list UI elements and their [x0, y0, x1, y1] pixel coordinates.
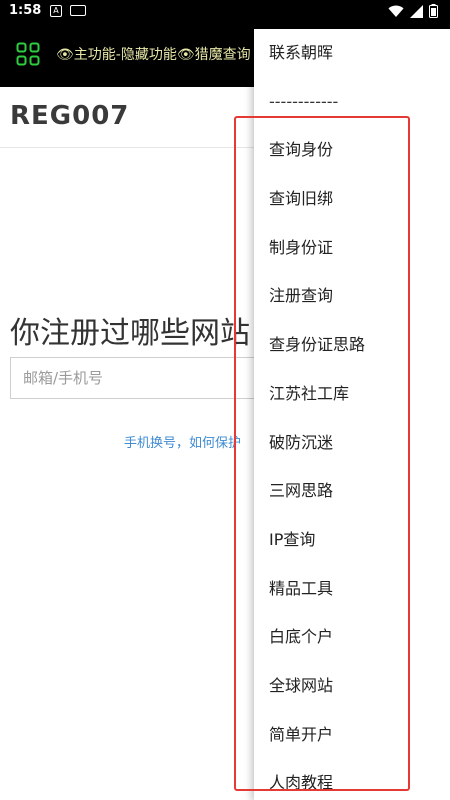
dropdown-menu: 联系朝晖 ------------ 查询身份 查询旧绑 制身份证 注册查询 查身…	[254, 29, 450, 800]
menu-item-ip-query[interactable]: IP查询	[254, 516, 450, 565]
menu-item-identity-query[interactable]: 查询身份	[254, 126, 450, 175]
menu-item-jiangsu-database[interactable]: 江苏社工库	[254, 370, 450, 419]
status-right-icons	[388, 4, 438, 18]
menu-item-contact[interactable]: 联系朝晖	[254, 29, 450, 78]
a-icon: A	[50, 5, 62, 17]
status-left-icons: A	[50, 5, 86, 17]
toolbar-title: 👁主功能-隐藏功能👁猎魔查询	[56, 47, 251, 63]
wifi-icon	[388, 5, 404, 17]
page-heading: 你注册过哪些网站	[10, 316, 250, 351]
menu-item-registration-query[interactable]: 注册查询	[254, 272, 450, 321]
menu-item-white-account[interactable]: 白底个户	[254, 613, 450, 662]
battery-icon	[429, 4, 438, 18]
menu-item-global-sites[interactable]: 全球网站	[254, 662, 450, 711]
menu-item-id-lookup-ideas[interactable]: 查身份证思路	[254, 321, 450, 370]
status-time: 1:58	[9, 3, 42, 18]
menu-separator: ------------	[269, 91, 339, 111]
menu-item-three-network-ideas[interactable]: 三网思路	[254, 467, 450, 516]
menu-item-anti-addiction[interactable]: 破防沉迷	[254, 419, 450, 468]
menu-item-premium-tools[interactable]: 精品工具	[254, 565, 450, 614]
status-bar: 1:58 A	[0, 0, 450, 22]
site-logo[interactable]: REG007	[10, 101, 129, 131]
menu-item-doxxing-tutorial[interactable]: 人肉教程	[254, 759, 450, 800]
help-link[interactable]: 手机换号，如何保护	[124, 432, 241, 451]
menu-item-old-binding-query[interactable]: 查询旧绑	[254, 175, 450, 224]
signal-icon	[410, 4, 423, 18]
menu-item-make-id[interactable]: 制身份证	[254, 224, 450, 273]
menu-item-simple-account[interactable]: 简单开户	[254, 711, 450, 760]
keyboard-icon	[70, 5, 86, 16]
grid-icon[interactable]	[16, 42, 40, 66]
